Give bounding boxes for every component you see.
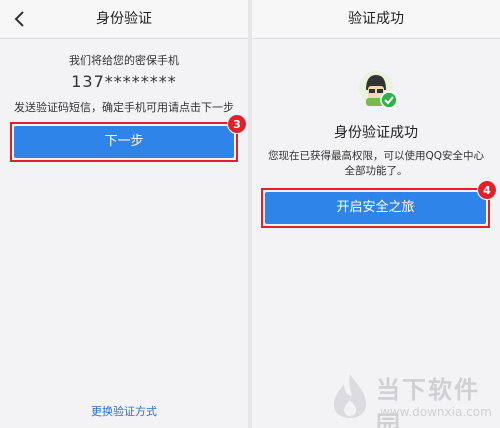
masked-phone: 137******** bbox=[71, 72, 177, 91]
success-desc-line-2: 全部功能了。 bbox=[344, 165, 408, 177]
step-badge: 3 bbox=[227, 114, 247, 134]
watermark: 当下软件园 www.downxia.com bbox=[324, 368, 494, 428]
switch-method-link[interactable]: 更换验证方式 bbox=[0, 403, 248, 419]
page-title: 身份验证 bbox=[96, 11, 152, 27]
next-button[interactable]: 下一步 bbox=[14, 126, 234, 158]
success-heading: 身份验证成功 bbox=[334, 125, 418, 141]
success-desc-line-1: 您现在已获得最高权限，可以使用QQ安全中心 bbox=[267, 150, 485, 162]
nav-bar: 身份验证 bbox=[0, 0, 248, 39]
verify-panel: 身份验证 我们将给您的密保手机 137******** 发送验证码短信，确定手机… bbox=[0, 0, 248, 428]
flame-logo-icon bbox=[334, 374, 366, 418]
page-title: 验证成功 bbox=[348, 11, 404, 27]
info-line-2: 发送验证码短信，确定手机可用请点击下一步 bbox=[14, 101, 234, 114]
start-journey-button[interactable]: 开启安全之旅 bbox=[265, 192, 486, 224]
info-line-1: 我们将给您的密保手机 bbox=[69, 54, 179, 67]
verified-check-icon bbox=[380, 91, 398, 109]
watermark-url: www.downxia.com bbox=[380, 405, 492, 419]
avatar bbox=[359, 71, 398, 109]
step-badge: 4 bbox=[477, 180, 497, 200]
nav-bar: 验证成功 bbox=[252, 0, 500, 39]
success-panel: 验证成功 身份验证成功 您现在已获得最高权限，可以使用QQ安全中心 全部功能了。… bbox=[252, 0, 500, 428]
watermark-name: 当下软件园 bbox=[376, 376, 480, 428]
